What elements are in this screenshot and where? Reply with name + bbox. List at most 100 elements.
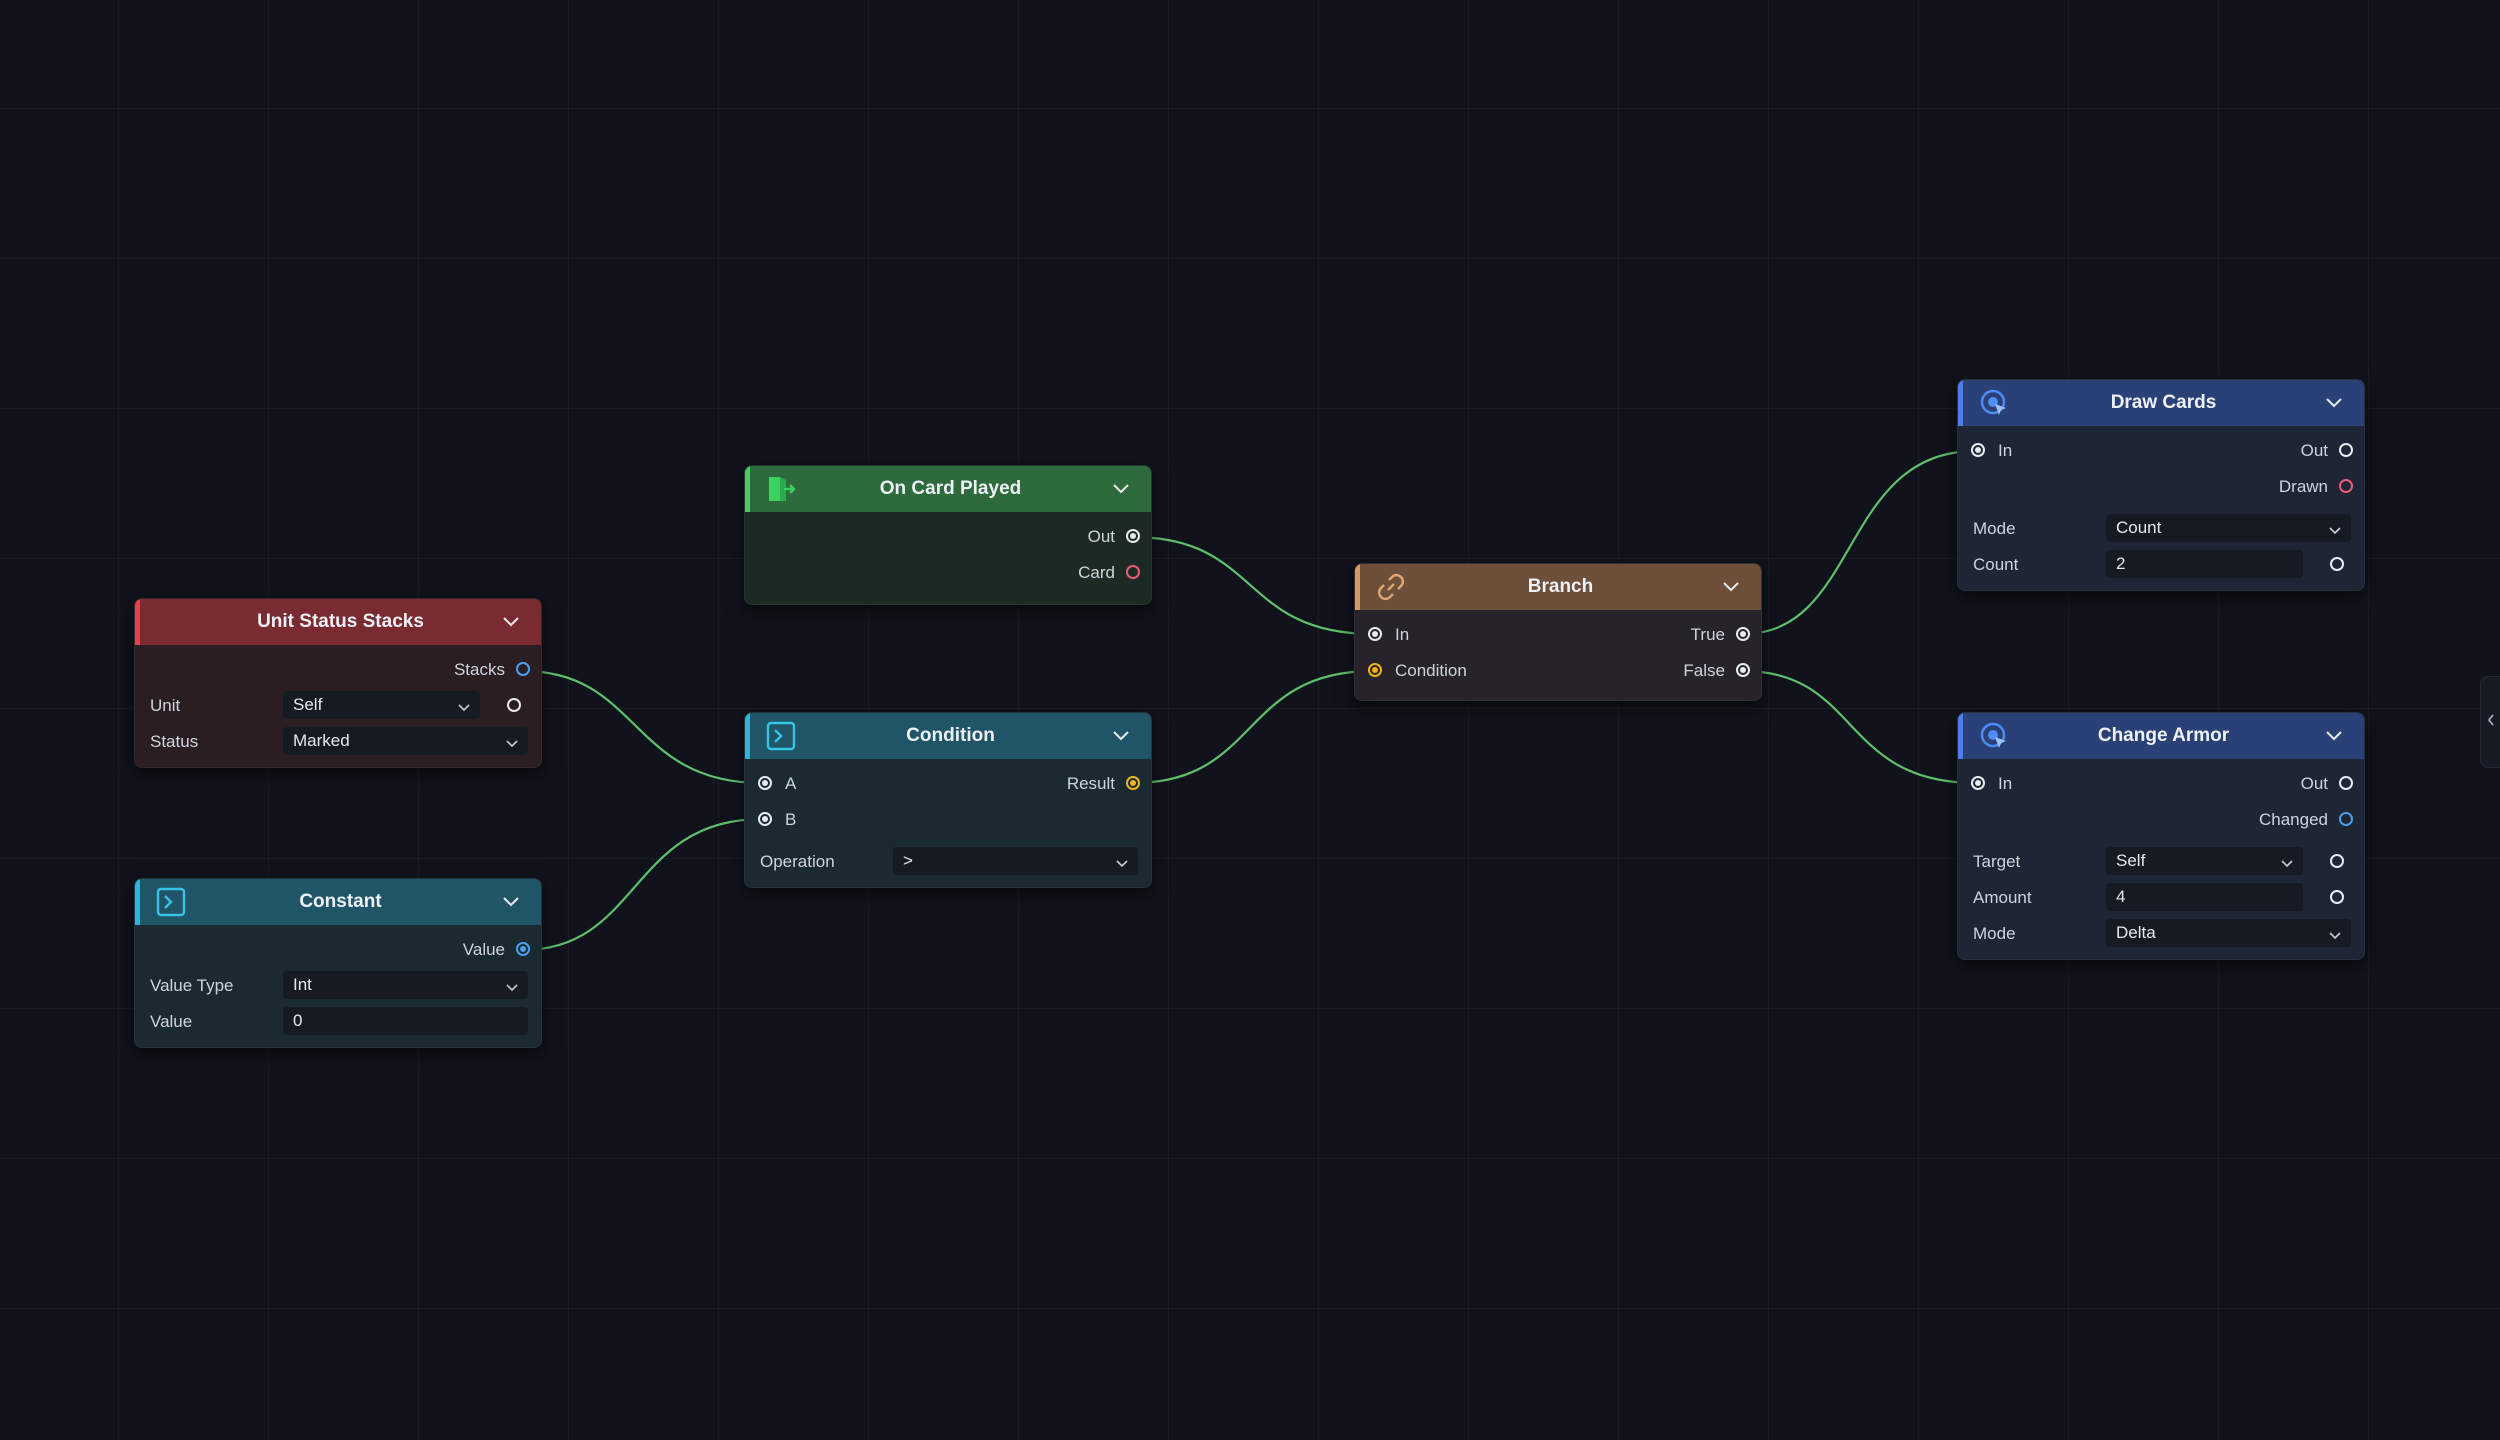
select-value: Int (293, 975, 312, 994)
field-row-target: Target Self (1963, 843, 2364, 879)
node-header[interactable]: Unit Status Stacks (135, 599, 541, 645)
input-pin-in[interactable] (1971, 776, 1985, 790)
chevron-down-icon[interactable] (1111, 726, 1131, 746)
field-row-value-type: Value Type Int (140, 967, 541, 1003)
input-pin-in[interactable] (1368, 627, 1382, 641)
field-label: Status (150, 732, 199, 751)
target-select[interactable]: Self (2106, 847, 2303, 875)
pin-label: Result (1066, 774, 1115, 793)
select-value: Delta (2116, 923, 2156, 942)
node-header[interactable]: Draw Cards (1958, 380, 2364, 426)
field-label: Amount (1973, 888, 2032, 907)
field-label: Count (1973, 555, 2019, 574)
terminal-icon (766, 721, 796, 751)
mode-select[interactable]: Count (2106, 514, 2351, 542)
input-pin-target[interactable] (2330, 854, 2344, 868)
output-pin-out[interactable] (1126, 529, 1140, 543)
node-header[interactable]: Change Armor (1958, 713, 2364, 759)
node-title: On Card Played (879, 478, 1022, 499)
output-pin-true[interactable] (1736, 627, 1750, 641)
select-value: Self (2116, 851, 2146, 870)
chevron-down-icon[interactable] (2324, 726, 2344, 746)
wire-stacks-to-a[interactable] (522, 669, 763, 785)
node-title: Branch (1527, 576, 1594, 597)
input-pin-a[interactable] (758, 776, 772, 790)
wire-false-to-armor-in[interactable] (1742, 669, 1977, 785)
unit-select[interactable]: Self (283, 691, 480, 719)
field-label: Value Type (150, 976, 234, 995)
pin-label: In (1998, 774, 2013, 793)
output-pin-value[interactable] (516, 942, 530, 956)
wire-true-to-draw-in[interactable] (1742, 449, 1977, 636)
output-row-stacks: Stacks .p1::after{} (140, 651, 541, 687)
node-header[interactable]: Condition (745, 713, 1151, 759)
node-title: Constant (299, 891, 382, 912)
node-draw-cards[interactable]: Draw Cards In Out Drawn Mode Count Count… (1957, 379, 2365, 591)
amount-input[interactable]: 4 (2106, 883, 2303, 911)
wire-result-to-condition[interactable] (1132, 669, 1374, 785)
wire-value-to-b[interactable] (522, 817, 763, 952)
output-pin-false[interactable] (1736, 663, 1750, 677)
value-type-select[interactable]: Int (283, 971, 528, 999)
target-cursor-icon (1979, 388, 2009, 418)
pin-label: Stacks (453, 660, 505, 679)
output-pin-changed[interactable] (2339, 812, 2353, 826)
input-pin-unit[interactable] (507, 698, 521, 712)
value-input[interactable]: 0 (283, 1007, 528, 1035)
output-pin-out[interactable] (2339, 776, 2353, 790)
node-condition[interactable]: Condition A Result B Operation > (744, 712, 1152, 888)
chevron-down-icon[interactable] (501, 892, 521, 912)
node-header[interactable]: Constant (135, 879, 541, 925)
chevron-down-icon (2329, 520, 2341, 540)
field-label: Mode (1973, 924, 2016, 943)
mode-select[interactable]: Delta (2106, 919, 2351, 947)
count-input[interactable]: 2 (2106, 550, 2303, 578)
node-on-card-played[interactable]: On Card Played Out Card (744, 465, 1152, 605)
pin-row-in-out: In Out (1963, 432, 2364, 468)
output-pin-card[interactable] (1126, 565, 1140, 579)
output-row-card: Card (750, 554, 1151, 590)
select-value: > (903, 851, 913, 870)
chevron-down-icon (2281, 853, 2293, 873)
side-panel-toggle[interactable] (2480, 676, 2500, 768)
field-label: Unit (150, 696, 181, 715)
pin-label: A (785, 774, 797, 793)
chevron-down-icon (506, 733, 518, 753)
pin-row-in-true: In True (1360, 616, 1761, 652)
chevron-down-icon[interactable] (1721, 577, 1741, 597)
pin-row-condition-false: Condition False (1360, 652, 1761, 688)
pin-row-a-result: A Result (750, 765, 1151, 801)
node-header[interactable]: Branch (1355, 564, 1761, 610)
chevron-down-icon (2329, 925, 2341, 945)
input-pin-condition[interactable] (1368, 663, 1382, 677)
operation-select[interactable]: > (893, 847, 1138, 875)
node-constant[interactable]: Constant Value Value Type Int Value 0 (134, 878, 542, 1048)
node-unit-status-stacks[interactable]: Unit Status Stacks Stacks .p1::after{} U… (134, 598, 542, 768)
output-pin-out[interactable] (2339, 443, 2353, 457)
node-title: Draw Cards (2110, 392, 2217, 413)
output-row-out: Out (750, 518, 1151, 554)
field-row-count: Count 2 (1963, 546, 2364, 582)
node-header[interactable]: On Card Played (745, 466, 1151, 512)
chevron-down-icon[interactable] (501, 612, 521, 632)
chevron-down-icon[interactable] (1111, 479, 1131, 499)
input-pin-amount[interactable] (2330, 890, 2344, 904)
input-pin-in[interactable] (1971, 443, 1985, 457)
input-pin-count[interactable] (2330, 557, 2344, 571)
field-row-unit: Unit Self (140, 687, 541, 723)
field-row-status: Status Marked (140, 723, 541, 759)
wire-out-to-branch-in[interactable] (1132, 535, 1374, 636)
input-pin-b[interactable] (758, 812, 772, 826)
pin-label: B (785, 810, 797, 829)
output-pin-drawn[interactable] (2339, 479, 2353, 493)
output-pin-stacks[interactable]: .p1::after{} (516, 662, 530, 676)
output-pin-result[interactable] (1126, 776, 1140, 790)
status-select[interactable]: Marked (283, 727, 528, 755)
node-change-armor[interactable]: Change Armor In Out Changed Target Self … (1957, 712, 2365, 960)
chevron-down-icon[interactable] (2324, 393, 2344, 413)
pin-label: False (1683, 661, 1725, 680)
field-row-operation: Operation > (750, 843, 1151, 879)
node-branch[interactable]: Branch In True Condition False (1354, 563, 1762, 701)
input-value: 4 (2116, 887, 2126, 906)
pin-label: Condition (1395, 661, 1467, 680)
